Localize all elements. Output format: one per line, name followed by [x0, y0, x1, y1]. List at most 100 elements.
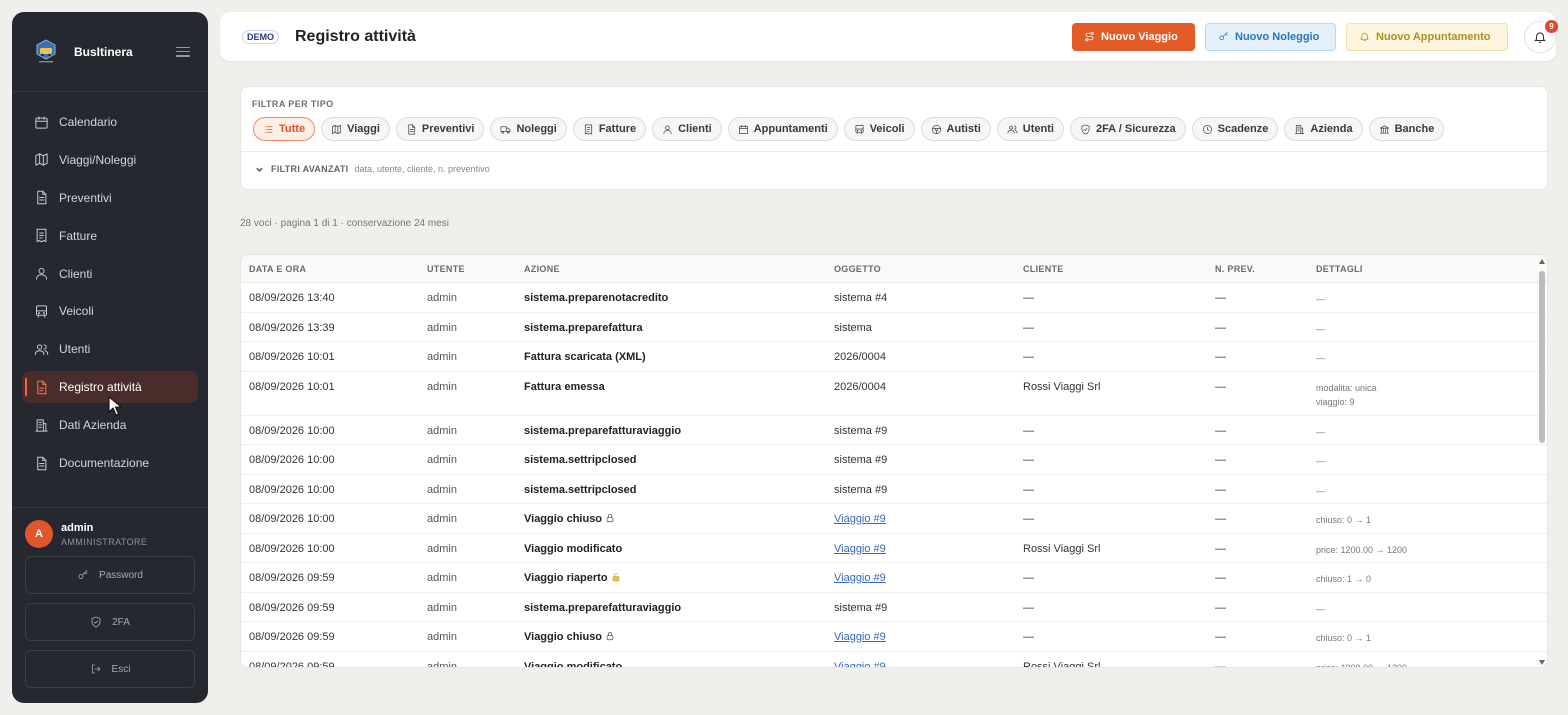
table-row[interactable]: 08/09/2026 09:59 admin Viaggio modificato V… — [241, 652, 1547, 668]
table-row[interactable]: 08/09/2026 09:59 admin Viaggio riaperto Via… — [241, 563, 1547, 593]
table-row[interactable]: 08/09/2026 10:01 admin Fattura emessa 2026/… — [241, 372, 1547, 416]
cell-prev: — — [1215, 380, 1226, 393]
object-link[interactable]: Viaggio #9 — [834, 513, 886, 525]
cell-prev: — — [1215, 292, 1226, 304]
cell-details: — — [1316, 445, 1547, 474]
object-link[interactable]: Viaggio #9 — [834, 631, 886, 643]
sidebar-item-veicoli[interactable]: Veicoli — [22, 295, 198, 327]
map-icon — [332, 124, 342, 134]
sidebar-item-documentazione[interactable]: Documentazione — [22, 447, 198, 479]
filter-chip-label: Appuntamenti — [753, 123, 828, 135]
cell-date: 08/09/2026 13:40 — [249, 292, 335, 304]
filter-chip-fatture[interactable]: Fatture — [572, 117, 647, 141]
filter-chip-azienda[interactable]: Azienda — [1284, 117, 1363, 141]
filter-chip-banche[interactable]: Banche — [1368, 117, 1445, 141]
scrollbar-thumb[interactable] — [1539, 271, 1545, 443]
menu-toggle-icon[interactable] — [176, 46, 190, 57]
app-name: BusItinera — [74, 44, 133, 59]
cell-action: sistema.preparenotacredito — [524, 283, 834, 312]
filter-chip-appuntamenti[interactable]: Appuntamenti — [727, 117, 838, 141]
filter-chip-label: Autisti — [946, 123, 981, 135]
shield-check-icon — [91, 616, 101, 628]
filter-chip-label: Veicoli — [869, 123, 905, 135]
clock-icon — [1202, 124, 1212, 134]
filter-chip-viaggi[interactable]: Viaggi — [321, 117, 390, 141]
table-row[interactable]: 08/09/2026 09:59 admin Viaggio chiuso Viagg… — [241, 622, 1547, 652]
sidebar-item-calendario[interactable]: Calendario — [22, 106, 198, 138]
action-text: Viaggio modificato — [524, 660, 623, 668]
object-link[interactable]: Viaggio #9 — [834, 572, 886, 584]
filter-chip-clienti[interactable]: Clienti — [652, 117, 722, 141]
filter-label: FILTRA PER TIPO — [252, 99, 334, 109]
detail-line: viaggio: 9 — [1316, 396, 1355, 407]
key-icon — [1219, 31, 1228, 41]
scroll-down-icon[interactable] — [1539, 660, 1545, 665]
sidebar-item-label: Fatture — [59, 228, 98, 243]
building-icon — [35, 419, 48, 432]
sidebar-item-fatture[interactable]: Fatture — [22, 220, 198, 252]
table-row[interactable]: 08/09/2026 10:01 admin Fattura scaricata (… — [241, 342, 1547, 372]
filter-chip-tutte[interactable]: Tutte — [253, 117, 316, 141]
advanced-filters-toggle[interactable]: FILTRI AVANZATI data, utente, cliente, n… — [255, 164, 490, 174]
action-text: sistema.settripclosed — [524, 483, 637, 496]
new-rental-button[interactable]: Nuovo Noleggio — [1205, 22, 1336, 51]
cell-prev: — — [1215, 483, 1226, 496]
filter-chip-scadenze[interactable]: Scadenze — [1191, 117, 1279, 141]
filter-chip-noleggi[interactable]: Noleggi — [490, 117, 567, 141]
cell-client: — — [1023, 483, 1034, 496]
scroll-up-icon[interactable] — [1539, 259, 1545, 264]
filter-chip-preventivi[interactable]: Preventivi — [395, 117, 485, 141]
logout-icon — [91, 664, 100, 674]
cell-details: chiuso: 0 → 1 — [1316, 622, 1547, 651]
table-row[interactable]: 08/09/2026 10:00 admin Viaggio chiuso Viagg… — [241, 504, 1547, 534]
bell-icon — [1534, 31, 1546, 43]
notifications-button[interactable]: 9 — [1524, 19, 1558, 53]
table-row[interactable]: 08/09/2026 10:00 admin sistema.preparefatt… — [241, 416, 1547, 445]
cell-object: Viaggio #9 — [834, 534, 1023, 563]
table-scrollbar[interactable] — [1539, 259, 1545, 665]
table-row[interactable]: 08/09/2026 10:00 admin Viaggio modificato V… — [241, 534, 1547, 563]
activity-table: DATA E ORA UTENTE AZIONE OGGETTO CLIENTE N. P… — [240, 254, 1548, 668]
password-button[interactable]: Password — [25, 556, 195, 594]
logout-button[interactable]: Esci — [25, 650, 195, 688]
detail-line: price: 1200.00 → 1200 — [1316, 544, 1408, 555]
cell-user: admin — [427, 292, 457, 304]
cell-prev: — — [1215, 321, 1226, 334]
table-row[interactable]: 08/09/2026 10:00 admin sistema.settripclos… — [241, 475, 1547, 504]
filter-chip-label: Fatture — [598, 123, 637, 135]
sidebar-item-label: Documentazione — [59, 456, 150, 471]
sidebar-item-viaggi-noleggi[interactable]: Viaggi/Noleggi — [22, 144, 198, 176]
cell-user: admin — [427, 380, 457, 393]
cell-prev: — — [1215, 542, 1226, 555]
twofa-button[interactable]: 2FA — [25, 603, 195, 641]
table-row[interactable]: 08/09/2026 09:59 admin sistema.preparefatt… — [241, 593, 1547, 622]
new-trip-button[interactable]: Nuovo Viaggio — [1072, 22, 1195, 51]
filter-chip-autisti[interactable]: Autisti — [920, 117, 991, 141]
calendar-icon — [738, 124, 748, 134]
cell-object: Viaggio #9 — [834, 563, 1023, 592]
action-text: Fattura emessa — [524, 380, 605, 393]
filter-chip-label: Scadenze — [1217, 123, 1269, 135]
cell-date: 08/09/2026 10:01 — [249, 380, 335, 393]
table-row[interactable]: 08/09/2026 13:39 admin sistema.preparefatt… — [241, 313, 1547, 342]
cell-date: 08/09/2026 09:59 — [249, 631, 335, 643]
cell-user: admin — [427, 601, 457, 614]
sidebar-item-preventivi[interactable]: Preventivi — [22, 182, 198, 214]
cell-object: sistema #9 — [834, 424, 888, 437]
sidebar-item-label: Registro attività — [59, 380, 142, 395]
object-link[interactable]: Viaggio #9 — [834, 661, 886, 668]
filter-chip-2fa-sicurezza[interactable]: 2FA / Sicurezza — [1069, 117, 1186, 141]
object-link[interactable]: Viaggio #9 — [834, 543, 886, 555]
sidebar-item-clienti[interactable]: Clienti — [22, 258, 198, 290]
table-row[interactable]: 08/09/2026 10:00 admin sistema.settripclos… — [241, 445, 1547, 475]
sidebar-item-utenti[interactable]: Utenti — [22, 333, 198, 365]
filter-chip-utenti[interactable]: Utenti — [996, 117, 1064, 141]
filter-chip-veicoli[interactable]: Veicoli — [843, 117, 915, 141]
new-appointment-button[interactable]: Nuovo Appuntamento — [1346, 22, 1508, 51]
list-icon — [264, 125, 273, 133]
action-text: Fattura scaricata (XML) — [524, 351, 646, 363]
table-row[interactable]: 08/09/2026 13:40 admin sistema.preparenota… — [241, 283, 1547, 313]
lock-icon — [606, 632, 614, 641]
truck-icon — [501, 125, 511, 134]
column-header-utente: UTENTE — [427, 263, 465, 274]
